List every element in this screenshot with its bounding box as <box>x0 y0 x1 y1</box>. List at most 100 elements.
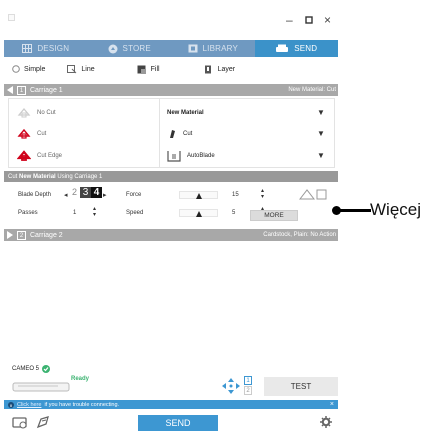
blade-value[interactable]: 2 <box>69 187 80 198</box>
send-icon <box>276 44 289 52</box>
material-value: New Material <box>167 109 204 116</box>
option-cut-edge[interactable]: Cut Edge <box>17 150 62 161</box>
maximize-icon <box>305 16 313 24</box>
grid-icon <box>22 44 33 53</box>
tool-select[interactable]: AutoBlade <box>167 150 215 162</box>
panel-row: No Cut New Material ▼ <box>9 101 334 124</box>
cut-note-bar: Cut New Material Using Carriage 1 <box>4 171 338 182</box>
close-button[interactable]: × <box>324 14 331 26</box>
mode-simple-label: Simple <box>24 65 46 73</box>
maximize-button[interactable] <box>305 14 313 26</box>
mode-bar: Simple Line Fill Layer <box>4 60 338 78</box>
fill-icon <box>137 65 146 74</box>
radio-icon[interactable] <box>12 65 20 73</box>
cut-edge-icon <box>17 150 31 161</box>
tab-design-label: DESIGN <box>37 44 70 53</box>
panel-row: Cut Edge AutoBlade ▼ <box>9 144 334 167</box>
passes-stepper[interactable]: ▴ ▾ <box>93 206 96 218</box>
blade-icon <box>170 129 175 138</box>
carriage-1-header[interactable]: 1 Carriage 1 New Material: Cut <box>4 84 338 96</box>
mode-fill-label: Fill <box>150 65 160 73</box>
main-tabs: DESIGN STORE LIBRARY SEND <box>4 40 338 57</box>
material-dropdown-icon[interactable]: ▼ <box>317 108 325 117</box>
carriage-1-label: Carriage 1 <box>30 86 63 94</box>
tab-store[interactable]: STORE <box>88 40 172 57</box>
action-value: Cut <box>183 130 193 137</box>
force-slider-handle[interactable] <box>196 193 202 199</box>
carriage-2-header[interactable]: 2 Carriage 2 Cardstock, Plain: No Action <box>4 229 338 241</box>
blade-depth-decrease[interactable]: ◂ <box>64 191 68 199</box>
passes-value[interactable]: 1 <box>73 210 76 216</box>
info-bar: Click here if you have trouble connectin… <box>4 400 338 409</box>
carriage-2-label: Carriage 2 <box>30 231 63 239</box>
option-no-cut[interactable]: No Cut <box>17 107 56 118</box>
force-stepper[interactable]: ▴ ▾ <box>261 188 264 200</box>
passes-label: Passes <box>18 210 38 216</box>
app-logo-icon <box>8 14 15 21</box>
store-icon <box>108 44 118 53</box>
tab-send[interactable]: SEND <box>254 40 338 57</box>
tab-store-label: STORE <box>122 44 151 53</box>
expand-arrow-icon[interactable] <box>7 231 13 239</box>
check-icon <box>42 364 51 373</box>
info-text: if you have trouble connecting. <box>44 401 120 408</box>
carriage-1-summary: New Material: Cut <box>288 87 336 93</box>
test-button[interactable]: TEST <box>264 377 338 396</box>
blade-value[interactable]: 4 <box>91 187 102 198</box>
cut-note-suffix: Using Carriage 1 <box>57 173 103 180</box>
cutter-icon[interactable] <box>12 379 70 393</box>
slot-2[interactable]: 2 <box>244 386 252 395</box>
autoblade-icon <box>167 150 181 162</box>
tool-dropdown-icon[interactable]: ▼ <box>317 151 325 160</box>
mode-simple[interactable]: Simple <box>4 65 53 73</box>
info-close-button[interactable]: × <box>330 401 338 408</box>
slot-1[interactable]: 1 <box>244 376 252 385</box>
help-link[interactable]: Click here <box>17 402 41 408</box>
action-select[interactable]: Cut <box>167 129 192 139</box>
collapse-arrow-icon[interactable] <box>7 86 13 94</box>
device-status: CAMEO 5 <box>4 363 338 374</box>
blade-depth-increase[interactable]: ▸ <box>103 191 107 199</box>
cut-icon <box>17 128 31 139</box>
action-dropdown-icon[interactable]: ▼ <box>317 129 325 138</box>
layer-icon <box>204 65 211 73</box>
send-button[interactable]: SEND <box>138 415 218 431</box>
callout-dot <box>332 206 341 215</box>
speed-slider-handle[interactable] <box>196 211 202 217</box>
mode-fill[interactable]: Fill <box>103 65 168 74</box>
cut-options-panel: No Cut New Material ▼ Cut Cut ▼ Cut Edge <box>8 98 335 168</box>
line-icon <box>67 64 77 73</box>
tab-library-label: LIBRARY <box>202 44 238 53</box>
app-window: – × DESIGN STORE LIBRARY SEND Simple Lin… <box>0 0 338 433</box>
mode-layer[interactable]: Layer <box>168 65 244 74</box>
device-ready-status: Ready <box>71 376 90 382</box>
callout-line <box>337 209 371 212</box>
library-icon <box>188 44 197 53</box>
more-button[interactable]: MORE <box>250 210 298 221</box>
material-select[interactable]: New Material <box>167 110 204 116</box>
speed-value[interactable]: 5 <box>232 210 235 216</box>
speed-label: Speed <box>126 210 144 216</box>
blade-value[interactable]: 3 <box>80 187 91 198</box>
carriage-1-number: 1 <box>17 85 26 95</box>
minimize-button[interactable]: – <box>286 14 293 26</box>
carriage-2-number: 2 <box>17 230 26 240</box>
force-value[interactable]: 15 <box>232 192 239 198</box>
blade-depth-label: Blade Depth <box>18 192 52 198</box>
tab-design[interactable]: DESIGN <box>4 40 88 57</box>
move-arrows-icon[interactable] <box>222 378 240 394</box>
info-icon <box>8 401 14 408</box>
device-row: Ready 1 2 TEST <box>4 374 338 398</box>
mode-line[interactable]: Line <box>53 64 102 74</box>
pen-tool-icon[interactable] <box>36 415 50 429</box>
device-name: CAMEO 5 <box>12 365 40 372</box>
mode-line-label: Line <box>81 65 95 73</box>
option-cut[interactable]: Cut <box>17 128 46 139</box>
tab-send-label: SEND <box>294 44 318 53</box>
cut-note-prefix: Cut <box>8 173 18 180</box>
tab-library[interactable]: LIBRARY <box>171 40 255 57</box>
gear-icon[interactable] <box>320 416 332 428</box>
no-cut-icon <box>17 107 31 118</box>
cutter-settings-icon[interactable] <box>12 415 28 429</box>
carriage-2-summary: Cardstock, Plain: No Action <box>263 232 336 238</box>
